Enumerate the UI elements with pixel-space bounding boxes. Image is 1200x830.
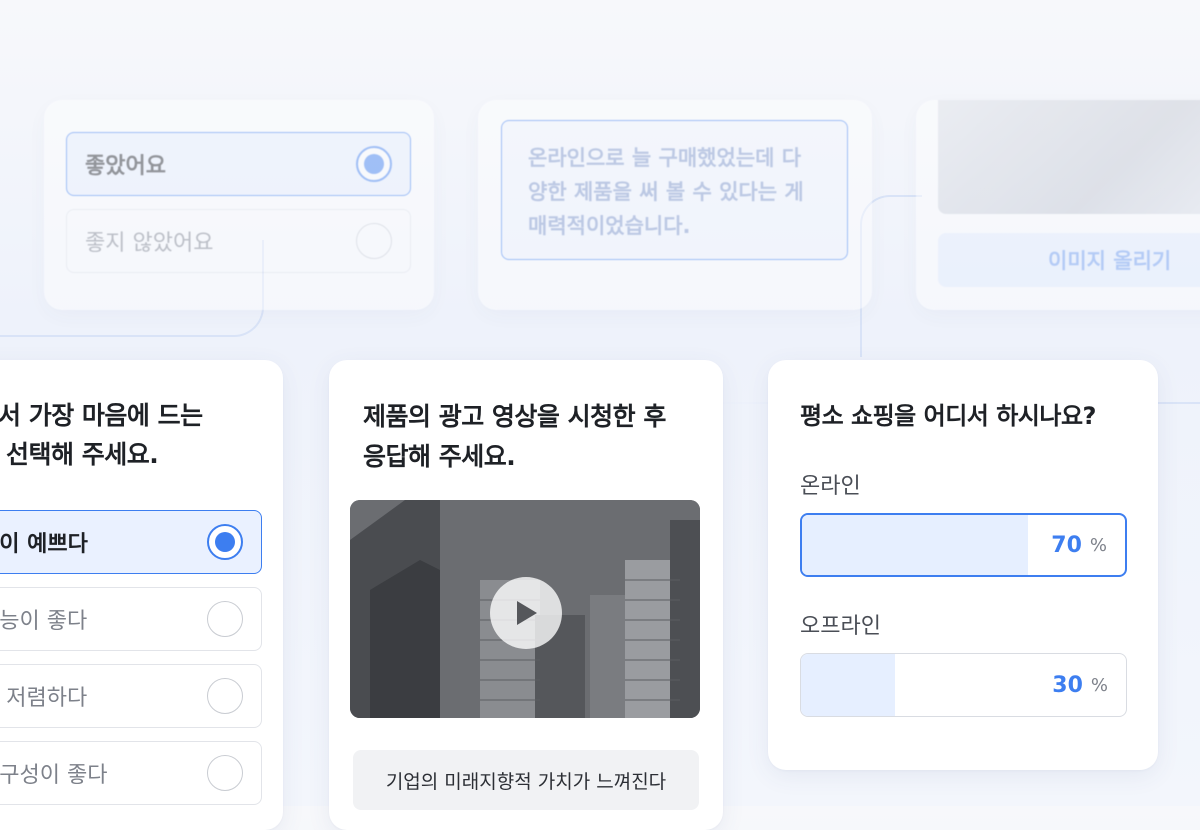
option-label: 인이 예쁘다	[0, 532, 88, 557]
percent-value: 30	[1052, 672, 1083, 698]
option-price[interactable]: 이 저렴하다	[0, 664, 262, 728]
question-title-line1: 제품의 광고 영상을 시청한 후	[363, 402, 666, 431]
option-label: 이 저렴하다	[0, 686, 88, 711]
upload-image-button[interactable]: 이미지 올리기	[938, 233, 1200, 287]
result-fill	[802, 515, 1029, 575]
text-answer-value: 온라인으로 늘 구매했었는데 다양한 제품을 써 볼 수 있다는 게 매력적이었…	[528, 146, 804, 238]
uploaded-image	[938, 100, 1200, 214]
question-title-line1: 서 가장 마음에 드는	[0, 401, 203, 430]
answer-option-label: 기업의 미래지향적 가치가 느껴진다	[385, 770, 667, 793]
result-label-offline: 오프라인	[800, 614, 881, 639]
percent-value: 70	[1051, 532, 1082, 558]
result-percent: 70 %	[1051, 515, 1107, 575]
option-label: 좋았어요	[85, 154, 166, 179]
radio-button[interactable]	[207, 678, 243, 714]
question-title-line2: 선택해 주세요.	[6, 440, 159, 469]
result-label-online: 온라인	[800, 474, 861, 499]
result-percent: 30 %	[1052, 654, 1108, 716]
image-upload-card: 이미지 올리기	[916, 100, 1200, 310]
play-icon	[517, 601, 537, 625]
radio-button[interactable]	[207, 601, 243, 637]
option-good[interactable]: 좋았어요	[66, 132, 411, 196]
play-button[interactable]	[490, 577, 562, 649]
upload-button-label: 이미지 올리기	[1048, 249, 1172, 273]
option-label: 좋지 않았어요	[85, 231, 214, 256]
shopping-question-card: 평소 쇼핑을 어디서 하시나요? 온라인 70 % 오프라인 30 %	[768, 360, 1158, 770]
option-durability[interactable]: 내구성이 좋다	[0, 741, 262, 805]
answer-option[interactable]: 기업의 미래지향적 가치가 느껴진다	[353, 750, 699, 810]
option-performance[interactable]: 성능이 좋다	[0, 587, 262, 651]
result-fill	[801, 654, 896, 716]
radio-button[interactable]	[356, 146, 392, 182]
design-question-card: 서 가장 마음에 드는 선택해 주세요. 인이 예쁘다 성능이 좋다 이 저렴하…	[0, 360, 283, 830]
satisfaction-card: 좋았어요 좋지 않았어요	[44, 100, 434, 310]
question-title-line2: 응답해 주세요.	[363, 442, 516, 471]
result-bar-offline[interactable]: 30 %	[800, 653, 1127, 717]
text-answer-field[interactable]: 온라인으로 늘 구매했었는데 다양한 제품을 써 볼 수 있다는 게 매력적이었…	[501, 120, 848, 260]
option-design[interactable]: 인이 예쁘다	[0, 510, 262, 574]
option-label: 성능이 좋다	[0, 609, 88, 634]
video-player[interactable]	[350, 500, 700, 718]
result-bar-online[interactable]: 70 %	[800, 513, 1127, 577]
text-answer-card: 온라인으로 늘 구매했었는데 다양한 제품을 써 볼 수 있다는 게 매력적이었…	[478, 100, 872, 310]
percent-unit: %	[1089, 534, 1107, 556]
percent-unit: %	[1090, 674, 1108, 696]
video-question-card: 제품의 광고 영상을 시청한 후 응답해 주세요. 기업의 미래지향적 가치가 …	[329, 360, 723, 830]
radio-button[interactable]	[207, 755, 243, 791]
radio-button[interactable]	[207, 524, 243, 560]
option-not-good[interactable]: 좋지 않았어요	[66, 209, 411, 273]
radio-button[interactable]	[356, 223, 392, 259]
question-title: 평소 쇼핑을 어디서 하시나요?	[800, 402, 1096, 430]
option-label: 내구성이 좋다	[0, 763, 108, 788]
